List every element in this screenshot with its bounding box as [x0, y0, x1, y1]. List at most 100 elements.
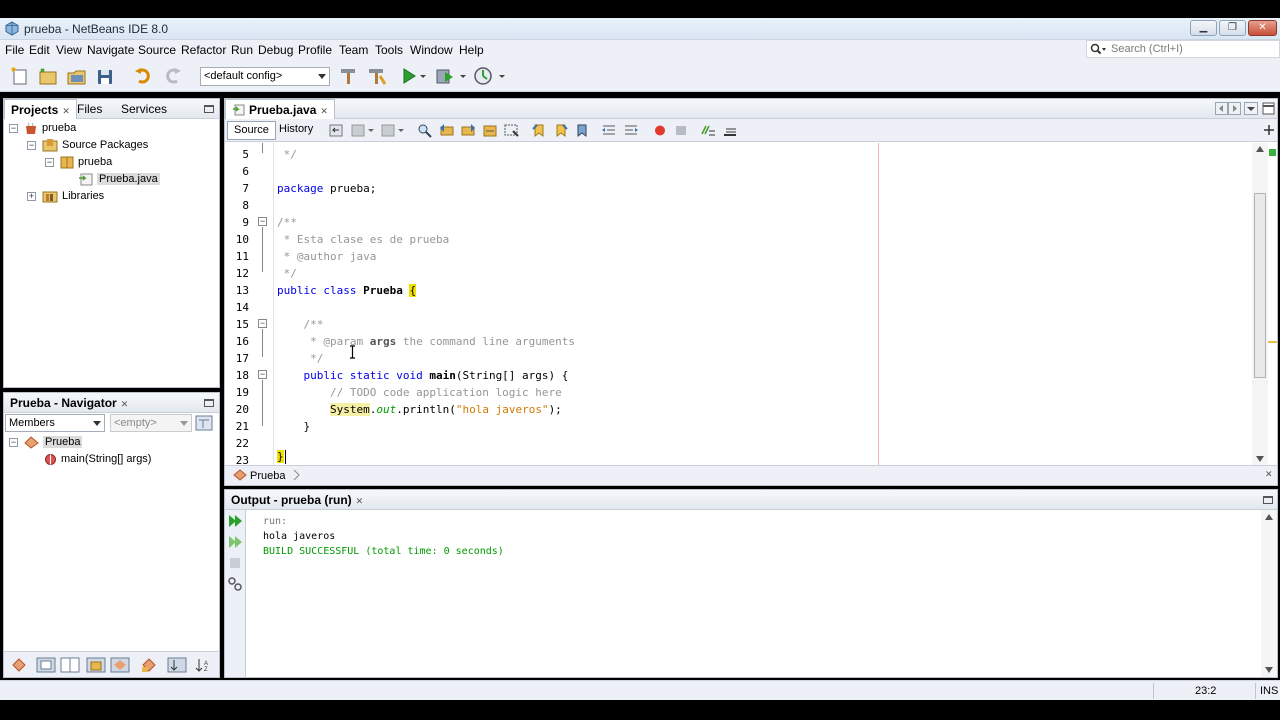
menu-tools[interactable]: Tools [375, 43, 403, 57]
navigator-item-method[interactable]: main(String[] args) [44, 451, 151, 467]
clean-build-icon[interactable] [366, 66, 388, 86]
close-icon[interactable]: ✕ [320, 106, 328, 116]
tab-prueba-java[interactable]: Prueba.java ✕ [225, 99, 335, 119]
error-stripe[interactable] [1268, 143, 1277, 465]
toggle-bookmark-icon[interactable] [574, 123, 590, 138]
tree-item-project[interactable]: prueba [24, 120, 76, 136]
history-tab-button[interactable]: History [273, 121, 319, 140]
forward-icon[interactable] [381, 123, 397, 138]
scroll-up-icon[interactable] [1256, 146, 1264, 152]
collapse-icon[interactable]: − [27, 141, 36, 150]
close-icon[interactable]: ✕ [1265, 469, 1273, 480]
rerun-with-parameters-icon[interactable] [227, 534, 243, 550]
toggle-highlight-icon[interactable] [504, 123, 520, 138]
scroll-down-icon[interactable] [1265, 667, 1273, 673]
filter-nonpublic-icon[interactable] [86, 657, 106, 673]
editor-vertical-scrollbar[interactable] [1252, 143, 1268, 465]
scroll-tabs-icon[interactable] [1215, 102, 1241, 115]
shift-right-icon[interactable] [623, 123, 639, 138]
annotation-mark[interactable] [1268, 341, 1277, 343]
menu-navigate[interactable]: Navigate [87, 43, 134, 57]
menu-edit[interactable]: Edit [29, 43, 50, 57]
tab-files[interactable]: Files [71, 99, 108, 119]
debug-dropdown-icon[interactable] [458, 66, 468, 86]
tree-item-source-packages[interactable]: Source Packages [42, 137, 148, 153]
menu-run[interactable]: Run [231, 43, 253, 57]
back-dropdown-icon[interactable] [367, 123, 375, 138]
fold-collapse-icon[interactable]: − [258, 217, 267, 226]
debug-project-icon[interactable] [434, 66, 456, 86]
forward-dropdown-icon[interactable] [397, 123, 405, 138]
collapse-icon[interactable]: − [45, 158, 54, 167]
close-icon[interactable]: ✕ [62, 106, 70, 116]
previous-bookmark-icon[interactable] [531, 123, 547, 138]
navigator-item-class[interactable]: Prueba [24, 434, 83, 450]
run-dropdown-icon[interactable] [418, 66, 428, 86]
show-fqn-icon[interactable] [140, 657, 158, 673]
maximize-editor-icon[interactable] [1262, 102, 1275, 115]
menu-help[interactable]: Help [459, 43, 484, 57]
menu-profile[interactable]: Profile [298, 43, 332, 57]
close-button[interactable]: ✕ [1248, 20, 1277, 36]
tab-navigator[interactable]: Prueba - Navigator ✕ [4, 393, 134, 413]
minimize-button[interactable]: ▁ [1190, 20, 1217, 36]
scroll-up-icon[interactable] [1265, 514, 1273, 520]
find-previous-icon[interactable] [439, 123, 455, 138]
sort-by-source-icon[interactable] [167, 657, 187, 673]
filter-fields-icon[interactable] [36, 657, 56, 673]
menu-refactor[interactable]: Refactor [181, 43, 226, 57]
filter-static-icon[interactable] [60, 657, 80, 673]
undo-icon[interactable] [133, 66, 155, 86]
source-tab-button[interactable]: Source [227, 121, 276, 140]
tree-item-libraries[interactable]: Libraries [42, 188, 104, 204]
find-selection-icon[interactable] [482, 123, 498, 138]
menu-file[interactable]: File [5, 43, 24, 57]
shift-left-icon[interactable] [601, 123, 617, 138]
collapse-icon[interactable]: − [9, 124, 18, 133]
tab-projects[interactable]: Projects ✕ [4, 99, 77, 119]
start-macro-recording-icon[interactable] [652, 123, 668, 138]
settings-icon[interactable] [227, 576, 243, 592]
comment-icon[interactable] [700, 123, 716, 138]
minimize-panel-icon[interactable] [204, 105, 214, 113]
menu-source[interactable]: Source [138, 43, 176, 57]
open-project-icon[interactable] [66, 66, 88, 86]
expand-icon[interactable]: + [27, 192, 36, 201]
tree-item-java-file[interactable]: Prueba.java [78, 171, 160, 187]
menu-window[interactable]: Window [410, 43, 453, 57]
scope-select[interactable]: <empty> [110, 414, 192, 432]
profile-dropdown-icon[interactable] [497, 66, 507, 86]
sort-by-name-icon[interactable]: AZ [194, 657, 212, 673]
stop-macro-recording-icon[interactable] [673, 123, 689, 138]
rerun-icon[interactable] [227, 513, 243, 529]
tab-output[interactable]: Output - prueba (run) ✕ [225, 490, 369, 510]
output-vertical-scrollbar[interactable] [1261, 510, 1277, 677]
members-filter-select[interactable]: Members [5, 414, 105, 432]
fold-collapse-icon[interactable]: − [258, 370, 267, 379]
navigator-options-icon[interactable] [195, 415, 213, 431]
minimize-panel-icon[interactable] [204, 399, 214, 407]
close-icon[interactable]: ✕ [356, 496, 364, 506]
back-icon[interactable] [351, 123, 367, 138]
scrollbar-thumb[interactable] [1254, 193, 1266, 378]
maximize-button[interactable]: ❐ [1219, 20, 1246, 36]
menu-team[interactable]: Team [339, 43, 368, 57]
find-next-icon[interactable] [460, 123, 476, 138]
profile-project-icon[interactable] [472, 66, 494, 86]
uncomment-icon[interactable] [722, 123, 738, 138]
show-inherited-icon[interactable] [10, 657, 28, 673]
minimize-panel-icon[interactable] [1263, 496, 1273, 504]
code-area[interactable]: */ package prueba; /** * Esta clase es d… [277, 143, 1252, 465]
tab-services[interactable]: Services [115, 99, 173, 119]
menu-debug[interactable]: Debug [258, 43, 293, 57]
new-project-icon[interactable] [37, 66, 59, 86]
stop-icon[interactable] [227, 555, 243, 571]
search-box[interactable]: Search (Ctrl+I) [1086, 40, 1280, 58]
build-hammer-icon[interactable] [338, 66, 360, 86]
split-editor-icon[interactable] [1263, 124, 1275, 136]
filter-inner-classes-icon[interactable] [110, 657, 130, 673]
last-edit-icon[interactable] [329, 123, 345, 138]
breadcrumb-item[interactable]: Prueba [233, 468, 301, 484]
collapse-icon[interactable]: − [9, 438, 18, 447]
tree-item-package[interactable]: prueba [60, 154, 112, 170]
